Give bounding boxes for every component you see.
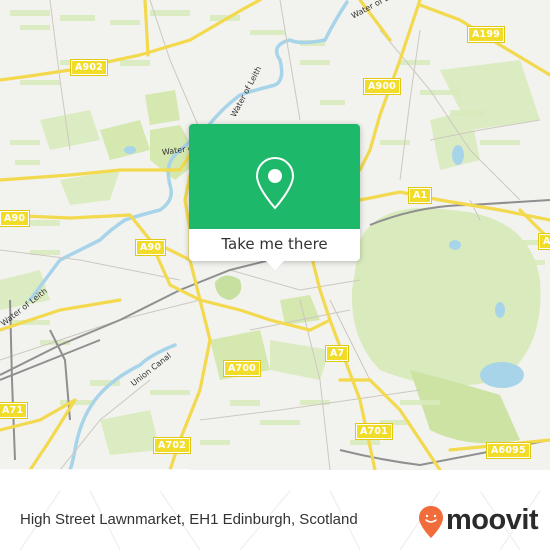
moovit-pin-icon [419,506,443,538]
road-shield-a1-east: A1 [537,233,550,250]
address-text: High Street Lawnmarket, EH1 Edinburgh, S… [20,511,358,528]
road-shield-a900: A900 [363,78,401,95]
road-shield-a700: A700 [223,360,261,377]
popup-header [189,124,360,229]
popup-pointer [266,261,284,270]
road-shield-a701: A701 [355,423,393,440]
road-shield-a7: A7 [324,345,350,362]
road-shield-a90-west: A90 [0,210,31,227]
road-shield-a702: A702 [153,437,191,454]
road-shield-a199: A199 [467,26,505,43]
road-shield-a90: A90 [134,239,167,256]
footer: High Street Lawnmarket, EH1 Edinburgh, S… [0,491,550,550]
road-shield-a902: A902 [70,59,108,76]
road-shield-a71: A71 [0,402,29,419]
road-shield-a1: A1 [407,187,433,204]
map-attribution[interactable]: © OpenStreetMap contributors [0,469,190,470]
destination-popup: Take me there [189,124,360,270]
location-pin-icon [255,156,295,210]
road-shield-a6095: A6095 [486,442,531,459]
moovit-wordmark: moovit [446,504,539,536]
take-me-there-button[interactable]: Take me there [189,229,360,261]
